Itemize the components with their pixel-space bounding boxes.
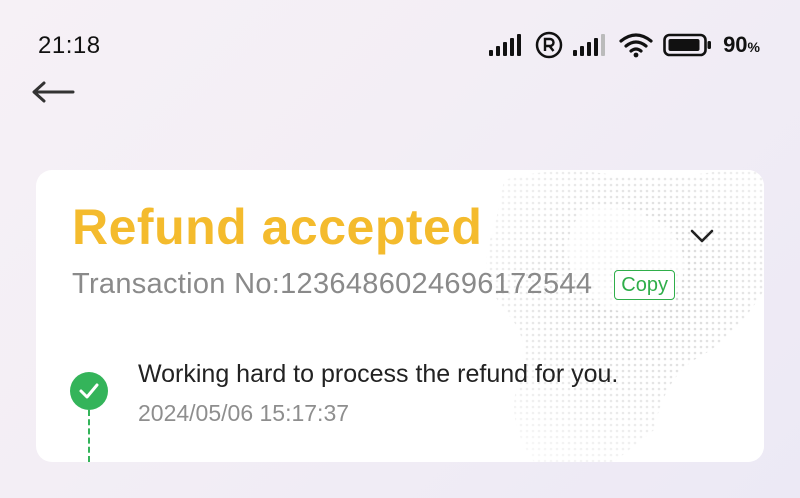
back-button[interactable] xyxy=(28,74,78,114)
battery-percent: 90% xyxy=(723,32,760,57)
step-description: Working hard to process the refund for y… xyxy=(138,360,619,388)
check-circle-icon xyxy=(70,372,108,410)
registered-icon xyxy=(535,31,563,59)
status-bar: 21:18 90% xyxy=(0,0,800,90)
transaction-row: Transaction No:1236486024696172544 Copy xyxy=(72,268,675,301)
status-time: 21:18 xyxy=(38,32,101,59)
chevron-down-icon xyxy=(690,228,714,249)
signal-icon xyxy=(573,34,609,56)
timeline-connector xyxy=(88,410,90,462)
step-timestamp: 2024/05/06 15:17:37 xyxy=(138,400,350,426)
globe-watermark xyxy=(464,170,764,462)
expand-toggle[interactable] xyxy=(686,222,718,254)
back-arrow-icon xyxy=(31,80,75,109)
refund-title: Refund accepted xyxy=(72,199,483,255)
wifi-icon xyxy=(619,32,653,58)
status-icons: 90% xyxy=(489,30,760,60)
transaction-number: Transaction No:1236486024696172544 xyxy=(72,268,593,300)
signal-icon xyxy=(489,34,525,56)
refund-status-card: Refund accepted Transaction No:123648602… xyxy=(36,170,764,462)
battery-icon xyxy=(663,33,713,57)
copy-button[interactable]: Copy xyxy=(614,269,675,300)
